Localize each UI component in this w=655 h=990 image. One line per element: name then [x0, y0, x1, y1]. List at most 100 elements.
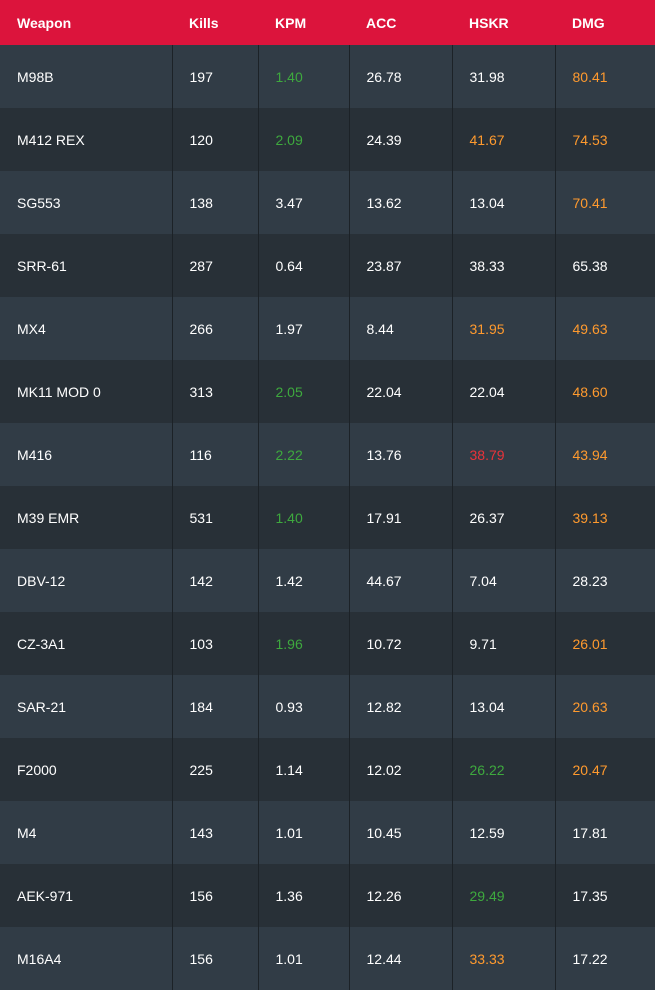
cell-kills: 184	[171, 675, 258, 738]
cell-dmg: 43.94	[554, 423, 655, 486]
cell-weapon: SG553	[17, 194, 61, 211]
cell-kills: 266	[171, 297, 258, 360]
cell-kpm: 2.05	[257, 360, 349, 423]
cell-dmg: 17.81	[554, 801, 655, 864]
cell-weapon: M4	[17, 824, 37, 841]
table-row: SAR-21 184 0.93 12.82 13.04 20.63	[0, 675, 655, 738]
cell-weapon: SRR-61	[17, 257, 67, 274]
cell-kpm: 1.42	[257, 549, 349, 612]
cell-acc: 10.45	[348, 801, 452, 864]
cell-hskr: 31.95	[451, 297, 555, 360]
cell-kills: 156	[171, 927, 258, 990]
cell-acc: 17.91	[348, 486, 452, 549]
header-row: Weapon Kills KPM ACC HSKR DMG	[0, 0, 655, 45]
cell-hskr: 33.33	[451, 927, 555, 990]
cell-hskr: 13.04	[451, 171, 555, 234]
cell-kills: 531	[171, 486, 258, 549]
cell-dmg: 26.01	[554, 612, 655, 675]
cell-kills: 143	[171, 801, 258, 864]
cell-hskr: 38.79	[451, 423, 555, 486]
cell-weapon: MK11 MOD 0	[17, 383, 101, 400]
cell-kpm: 1.97	[257, 297, 349, 360]
cell-hskr: 26.22	[451, 738, 555, 801]
cell-hskr: 12.59	[451, 801, 555, 864]
cell-dmg: 17.35	[554, 864, 655, 927]
cell-kills: 197	[171, 45, 258, 108]
cell-dmg: 65.38	[554, 234, 655, 297]
cell-dmg: 17.22	[554, 927, 655, 990]
cell-weapon: AEK-971	[17, 887, 74, 904]
cell-kills: 287	[171, 234, 258, 297]
cell-weapon: SAR-21	[17, 698, 67, 715]
cell-kills: 156	[171, 864, 258, 927]
cell-weapon: CZ-3A1	[17, 635, 66, 652]
cell-kpm: 1.40	[257, 45, 349, 108]
table-row: M16A4 156 1.01 12.44 33.33 17.22	[0, 927, 655, 990]
cell-kpm: 1.14	[257, 738, 349, 801]
cell-kpm: 1.01	[257, 801, 349, 864]
cell-dmg: 20.63	[554, 675, 655, 738]
column-header-dmg[interactable]: DMG	[555, 0, 655, 45]
cell-dmg: 74.53	[554, 108, 655, 171]
cell-kills: 116	[171, 423, 258, 486]
table-header: Weapon Kills KPM ACC HSKR DMG	[0, 0, 655, 45]
cell-weapon: M416	[17, 446, 53, 463]
column-header-kills[interactable]: Kills	[172, 0, 258, 45]
weapon-stats-table: Weapon Kills KPM ACC HSKR DMG M98B 197 1.4…	[0, 0, 655, 990]
cell-acc: 44.67	[348, 549, 452, 612]
cell-weapon: M412 REX	[17, 131, 85, 148]
cell-weapon: F2000	[17, 761, 57, 778]
cell-kills: 138	[171, 171, 258, 234]
cell-kpm: 1.40	[257, 486, 349, 549]
cell-dmg: 49.63	[554, 297, 655, 360]
cell-hskr: 31.98	[451, 45, 555, 108]
cell-dmg: 39.13	[554, 486, 655, 549]
table-row: M4 143 1.01 10.45 12.59 17.81	[0, 801, 655, 864]
cell-kpm: 1.36	[257, 864, 349, 927]
cell-hskr: 7.04	[451, 549, 555, 612]
table-row: DBV-12 142 1.42 44.67 7.04 28.23	[0, 549, 655, 612]
cell-kpm: 0.93	[257, 675, 349, 738]
cell-hskr: 13.04	[451, 675, 555, 738]
cell-dmg: 28.23	[554, 549, 655, 612]
cell-hskr: 22.04	[451, 360, 555, 423]
cell-dmg: 70.41	[554, 171, 655, 234]
cell-weapon: M98B	[17, 68, 54, 85]
cell-acc: 12.26	[348, 864, 452, 927]
table-row: M39 EMR 531 1.40 17.91 26.37 39.13	[0, 486, 655, 549]
cell-hskr: 38.33	[451, 234, 555, 297]
cell-acc: 12.44	[348, 927, 452, 990]
cell-kpm: 1.01	[257, 927, 349, 990]
cell-kpm: 0.64	[257, 234, 349, 297]
column-header-kpm[interactable]: KPM	[258, 0, 349, 45]
cell-kills: 313	[171, 360, 258, 423]
cell-hskr: 26.37	[451, 486, 555, 549]
cell-weapon: DBV-12	[17, 572, 66, 589]
cell-dmg: 80.41	[554, 45, 655, 108]
cell-kills: 103	[171, 612, 258, 675]
cell-acc: 12.02	[348, 738, 452, 801]
column-header-weapon[interactable]: Weapon	[0, 0, 172, 45]
column-header-hskr[interactable]: HSKR	[452, 0, 555, 45]
cell-acc: 22.04	[348, 360, 452, 423]
cell-kills: 120	[171, 108, 258, 171]
column-header-acc[interactable]: ACC	[349, 0, 452, 45]
cell-acc: 10.72	[348, 612, 452, 675]
cell-acc: 24.39	[348, 108, 452, 171]
table-row: CZ-3A1 103 1.96 10.72 9.71 26.01	[0, 612, 655, 675]
cell-kpm: 3.47	[257, 171, 349, 234]
table-row: AEK-971 156 1.36 12.26 29.49 17.35	[0, 864, 655, 927]
cell-kpm: 1.96	[257, 612, 349, 675]
cell-kpm: 2.22	[257, 423, 349, 486]
cell-kills: 142	[171, 549, 258, 612]
table-row: M98B 197 1.40 26.78 31.98 80.41	[0, 45, 655, 108]
cell-acc: 13.62	[348, 171, 452, 234]
cell-kpm: 2.09	[257, 108, 349, 171]
table-row: MX4 266 1.97 8.44 31.95 49.63	[0, 297, 655, 360]
cell-dmg: 48.60	[554, 360, 655, 423]
cell-weapon: M39 EMR	[17, 509, 80, 526]
cell-dmg: 20.47	[554, 738, 655, 801]
table-row: SG553 138 3.47 13.62 13.04 70.41	[0, 171, 655, 234]
cell-acc: 23.87	[348, 234, 452, 297]
cell-acc: 8.44	[348, 297, 452, 360]
